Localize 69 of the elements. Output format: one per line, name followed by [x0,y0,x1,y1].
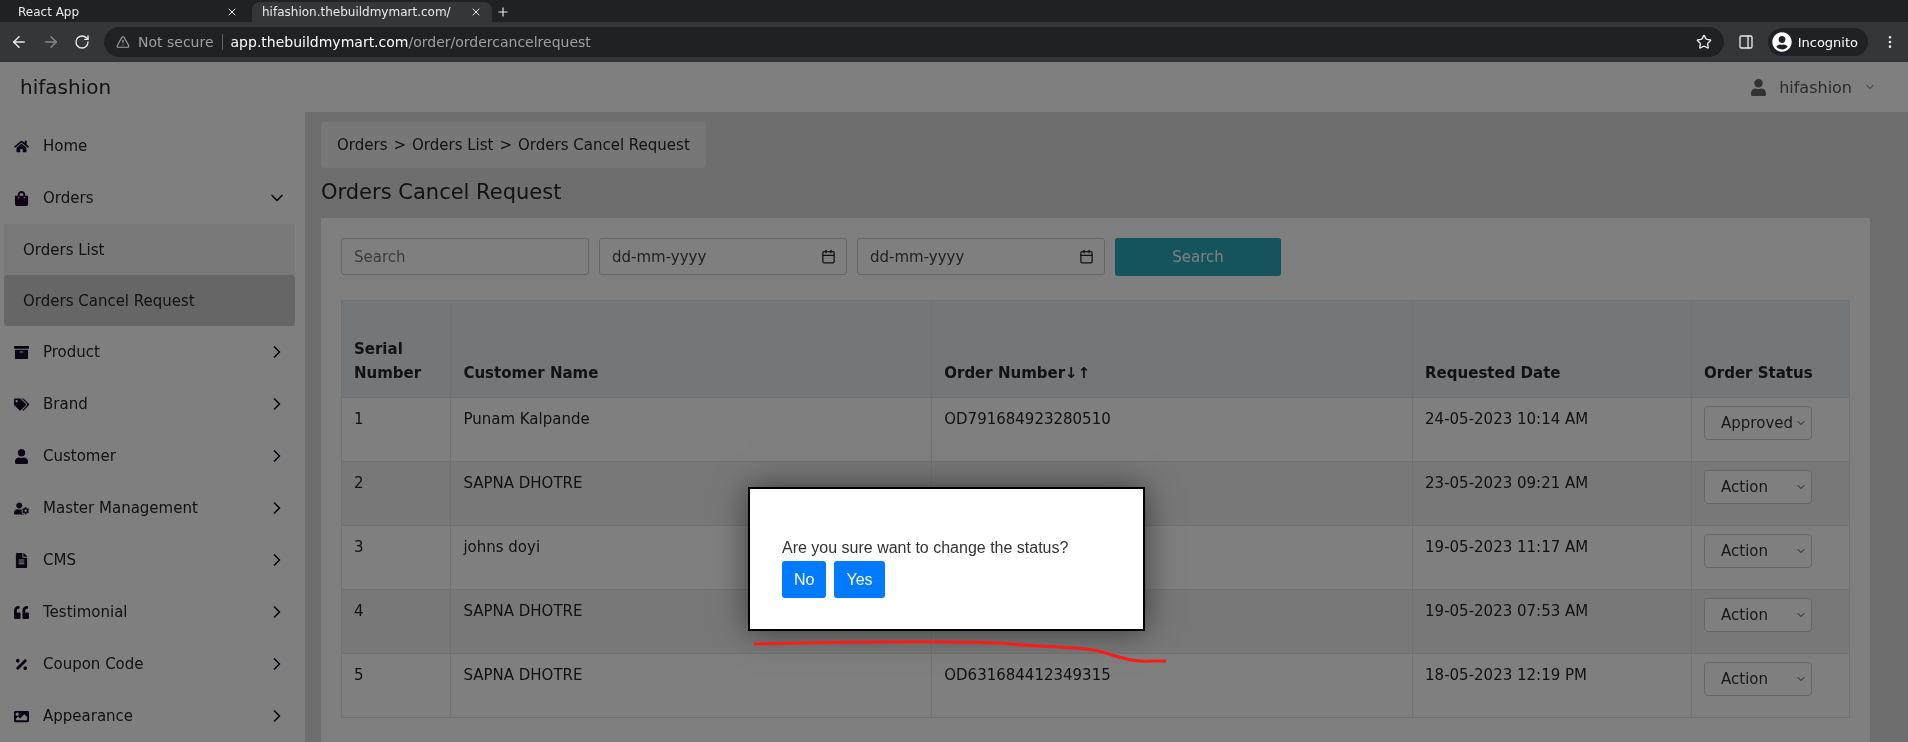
back-icon[interactable] [10,33,28,51]
calendar-icon [1079,249,1094,264]
sidebar-item[interactable]: Testimonial [0,586,305,638]
table-cell: 19-05-2023 07:53 AM [1412,589,1692,654]
url-path: /order/ordercancelrequest [408,34,591,50]
column-header: Serial Number [341,300,451,398]
page-title: Orders Cancel Request [321,180,562,204]
dialog-button[interactable]: Yes [834,561,885,598]
table-cell: 3 [341,525,451,590]
sidebar-item[interactable]: Master Management [0,482,305,534]
sidebar-item[interactable]: Coupon Code [0,638,305,690]
warning-icon [116,35,130,49]
table-cell: 18-05-2023 12:19 PM [1412,653,1692,718]
search-field[interactable]: Search [341,238,589,275]
table-cell: 24-05-2023 10:14 AM [1412,397,1692,462]
table-cell: 23-05-2023 09:21 AM [1412,461,1692,526]
status-select[interactable]: Action [1704,470,1813,504]
dialog-button[interactable]: No [782,561,827,598]
user-icon [1750,78,1768,96]
sidebar-item[interactable]: Customer [0,430,305,482]
table-cell: OD631684412349315 [931,653,1413,718]
breadcrumb-separator: > [499,136,513,154]
sidebar-item[interactable]: Appearance [0,690,305,742]
bookmark-star-icon[interactable] [1695,34,1712,50]
column-header: Order Status [1691,300,1850,398]
column-header: Requested Date [1412,300,1692,398]
sidebar-item[interactable]: CMS [0,534,305,586]
side-panel-icon[interactable] [1737,34,1754,50]
address-bar[interactable]: Not secure app.thebuildmymart.com/order/ordercancelrequest [104,27,1724,57]
sidebar-item[interactable]: Home [0,120,305,172]
submenu-item[interactable]: Orders Cancel Request [4,275,295,326]
table-cell: 5 [341,653,451,718]
sidebar-item[interactable]: Orders [0,172,305,224]
sidebar-item[interactable]: Product [0,326,305,378]
table-cell: 1 [341,397,451,462]
reload-icon[interactable] [74,34,90,50]
submenu-item[interactable]: Orders List [4,224,295,275]
table-cell: 4 [341,589,451,654]
date-field[interactable]: dd-mm-yyyy [857,238,1105,275]
home-icon [14,138,29,154]
sidebar-item[interactable]: Brand [0,378,305,430]
breadcrumb-separator: > [393,136,407,154]
browser-tab[interactable]: React App [8,2,248,22]
status-select[interactable]: Approved [1704,406,1813,440]
forward-icon[interactable] [42,33,60,51]
brand-name[interactable]: hifashion [20,75,112,99]
status-select[interactable]: Action [1704,534,1813,568]
table-cell: 2 [341,461,451,526]
breadcrumb-link[interactable]: Orders [337,136,388,154]
column-header: Customer Name [450,300,932,398]
url-host: app.thebuildmymart.com [230,34,409,50]
calendar-icon [821,249,836,264]
table-cell: 19-05-2023 11:17 AM [1412,525,1692,590]
breadcrumb-link[interactable]: Orders Cancel Request [518,136,690,154]
table-cell: OD791684923280510 [931,397,1413,462]
profile-chip[interactable]: Incognito [1767,28,1868,56]
browser-tab[interactable]: hifashion.thebuildmymart.com/ [252,2,492,22]
user-menu[interactable]: hifashion [1750,77,1876,97]
column-header: Order Number↓↑ [931,300,1413,398]
close-icon[interactable] [226,6,238,18]
table-cell: SAPNA DHOTRE [450,653,932,718]
security-label: Not secure [138,34,223,50]
table-cell: Punam Kalpande [450,397,932,462]
new-tab-icon[interactable] [496,5,510,19]
date-field[interactable]: dd-mm-yyyy [599,238,847,275]
close-icon[interactable] [470,6,482,18]
status-select[interactable]: Action [1704,598,1813,632]
breadcrumb-link[interactable]: Orders List [412,136,494,154]
status-select[interactable]: Action [1704,662,1813,696]
